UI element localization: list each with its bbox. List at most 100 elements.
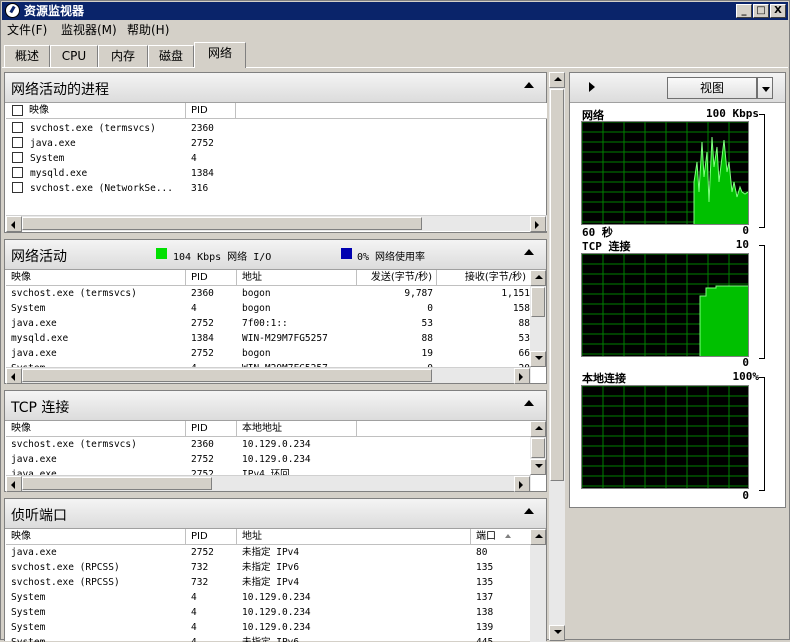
table-row[interactable]: mysqld.exe 1384 WIN-M29M7FG5257 88 53 xyxy=(6,331,530,346)
title-bar[interactable]: 资源监视器 _ □ X xyxy=(2,2,788,20)
scroll-down-button[interactable] xyxy=(530,351,546,367)
column-pid[interactable]: PID xyxy=(186,270,237,286)
table-row[interactable]: System 4 10.129.0.234 138 xyxy=(6,605,530,620)
network-activity-panel-header[interactable]: 网络活动 104 Kbps 网络 I/O 0% 网络使用率 xyxy=(5,240,546,270)
collapse-icon[interactable] xyxy=(524,400,534,406)
received-cell: 53 xyxy=(518,333,530,344)
menu-help[interactable]: 帮助(H) xyxy=(127,21,169,40)
main-vertical-scrollbar[interactable] xyxy=(549,72,565,641)
menu-file[interactable]: 文件(F) xyxy=(7,21,47,40)
scroll-left-button[interactable] xyxy=(6,216,22,232)
row-checkbox[interactable] xyxy=(12,137,23,148)
column-address[interactable]: 地址 xyxy=(237,270,357,286)
local-address-cell: 10.129.0.234 xyxy=(242,454,311,465)
expand-arrow-icon[interactable] xyxy=(589,82,595,92)
table-row[interactable]: java.exe 2752 7f00:1:: 53 88 xyxy=(6,316,530,331)
scroll-up-button[interactable] xyxy=(530,529,546,545)
column-image[interactable]: 映像 xyxy=(6,421,186,437)
horizontal-scrollbar[interactable] xyxy=(6,475,531,492)
table-row[interactable]: mysqld.exe 1384 xyxy=(6,166,530,181)
scroll-left-button[interactable] xyxy=(6,368,22,384)
scroll-up-button[interactable] xyxy=(549,72,565,88)
scroll-right-button[interactable] xyxy=(514,476,530,492)
scroll-right-button[interactable] xyxy=(530,216,546,232)
scroll-up-button[interactable] xyxy=(530,421,546,437)
tab-disk[interactable]: 磁盘 xyxy=(148,45,194,67)
local-address-cell: IPv4 环回 xyxy=(242,469,290,475)
collapse-icon[interactable] xyxy=(524,249,534,255)
tab-network[interactable]: 网络 xyxy=(194,42,246,68)
horizontal-scrollbar[interactable] xyxy=(6,215,547,232)
column-local-address[interactable]: 本地地址 xyxy=(237,421,357,437)
image-cell: java.exe xyxy=(11,547,57,558)
table-row[interactable]: java.exe 2752 10.129.0.234 xyxy=(6,452,530,467)
table-row[interactable]: svchost.exe (termsvcs) 2360 bogon 9,787 1,15… xyxy=(6,286,530,301)
port-cell: 139 xyxy=(476,622,494,633)
column-received[interactable]: 接收(字节/秒) xyxy=(437,270,531,286)
column-address[interactable]: 地址 xyxy=(237,529,471,545)
scroll-down-button[interactable] xyxy=(530,459,546,475)
scroll-down-button[interactable] xyxy=(549,625,565,641)
column-pid[interactable]: PID xyxy=(186,529,237,545)
horizontal-scrollbar[interactable] xyxy=(6,367,531,384)
maximize-button[interactable]: □ xyxy=(753,4,769,18)
vertical-scrollbar[interactable] xyxy=(530,529,546,642)
tab-overview[interactable]: 概述 xyxy=(4,45,50,67)
scroll-thumb[interactable] xyxy=(22,217,422,230)
column-image[interactable]: 映像 xyxy=(6,529,186,545)
pid-cell: 2752 xyxy=(191,348,214,359)
tab-memory[interactable]: 内存 xyxy=(98,45,148,67)
table-row[interactable]: svchost.exe (termsvcs) 2360 xyxy=(6,121,530,136)
collapse-icon[interactable] xyxy=(524,508,534,514)
table-row[interactable]: System 4 10.129.0.234 139 xyxy=(6,620,530,635)
image-cell: System xyxy=(11,635,186,642)
scroll-thumb[interactable] xyxy=(531,438,545,458)
table-row[interactable]: svchost.exe (RPCSS) 732 未指定 IPv6 135 xyxy=(6,560,530,575)
minimize-button[interactable]: _ xyxy=(736,4,752,18)
scroll-thumb[interactable] xyxy=(22,369,432,382)
scroll-thumb[interactable] xyxy=(550,89,564,481)
column-image[interactable]: 映像 xyxy=(24,103,186,119)
panel-title: TCP 连接 xyxy=(11,400,70,416)
scroll-thumb[interactable] xyxy=(531,287,545,317)
menu-monitor[interactable]: 监视器(M) xyxy=(61,21,117,40)
column-port[interactable]: 端口 xyxy=(471,529,531,545)
table-row[interactable]: System 4 10.129.0.234 137 xyxy=(6,590,530,605)
row-checkbox[interactable] xyxy=(12,182,23,193)
scroll-right-button[interactable] xyxy=(514,368,530,384)
tcp-connections-panel-header[interactable]: TCP 连接 xyxy=(5,391,546,421)
processes-panel-header[interactable]: 网络活动的进程 xyxy=(5,73,546,103)
graph-pane-header: 视图 xyxy=(570,73,785,103)
listening-ports-panel-header[interactable]: 侦听端口 xyxy=(5,499,546,529)
table-row[interactable]: java.exe 2752 bogon 19 66 xyxy=(6,346,530,361)
row-checkbox[interactable] xyxy=(12,152,23,163)
close-button[interactable]: X xyxy=(770,4,786,18)
graph-pane: 视图 网络 100 Kbps 60 秒 0 TCP 连接 10 0 本地连接 1… xyxy=(569,72,786,508)
table-row[interactable]: System 4 xyxy=(6,151,530,166)
port-cell: 135 xyxy=(476,562,494,573)
table-row[interactable]: svchost.exe (RPCSS) 732 未指定 IPv4 135 xyxy=(6,575,530,590)
table-row[interactable]: java.exe 2752 未指定 IPv4 80 xyxy=(6,545,530,560)
table-row[interactable]: java.exe 2752 xyxy=(6,136,530,151)
row-checkbox[interactable] xyxy=(12,167,23,178)
table-row[interactable]: java.exe 2752 IPv4 环回 xyxy=(6,467,530,475)
scroll-up-button[interactable] xyxy=(530,270,546,286)
table-row[interactable]: System 4 bogon 0 158 xyxy=(6,301,530,316)
vertical-scrollbar[interactable] xyxy=(530,421,546,475)
scroll-thumb[interactable] xyxy=(22,477,212,490)
column-sent[interactable]: 发送(字节/秒) xyxy=(357,270,437,286)
select-all-checkbox[interactable] xyxy=(12,105,23,116)
row-checkbox[interactable] xyxy=(12,122,23,133)
table-row[interactable]: System 4 未指定 IPv6 445 xyxy=(6,635,530,642)
scroll-left-button[interactable] xyxy=(6,476,22,492)
table-row[interactable]: svchost.exe (termsvcs) 2360 10.129.0.234 xyxy=(6,437,530,452)
column-pid[interactable]: PID xyxy=(186,421,237,437)
vertical-scrollbar[interactable] xyxy=(530,270,546,367)
tab-cpu[interactable]: CPU xyxy=(50,45,98,67)
view-button[interactable]: 视图 xyxy=(667,77,757,99)
column-image[interactable]: 映像 xyxy=(6,270,186,286)
column-pid[interactable]: PID xyxy=(186,103,236,119)
view-dropdown-button[interactable] xyxy=(757,77,773,99)
table-row[interactable]: svchost.exe (NetworkSe... 316 xyxy=(6,181,530,196)
collapse-icon[interactable] xyxy=(524,82,534,88)
